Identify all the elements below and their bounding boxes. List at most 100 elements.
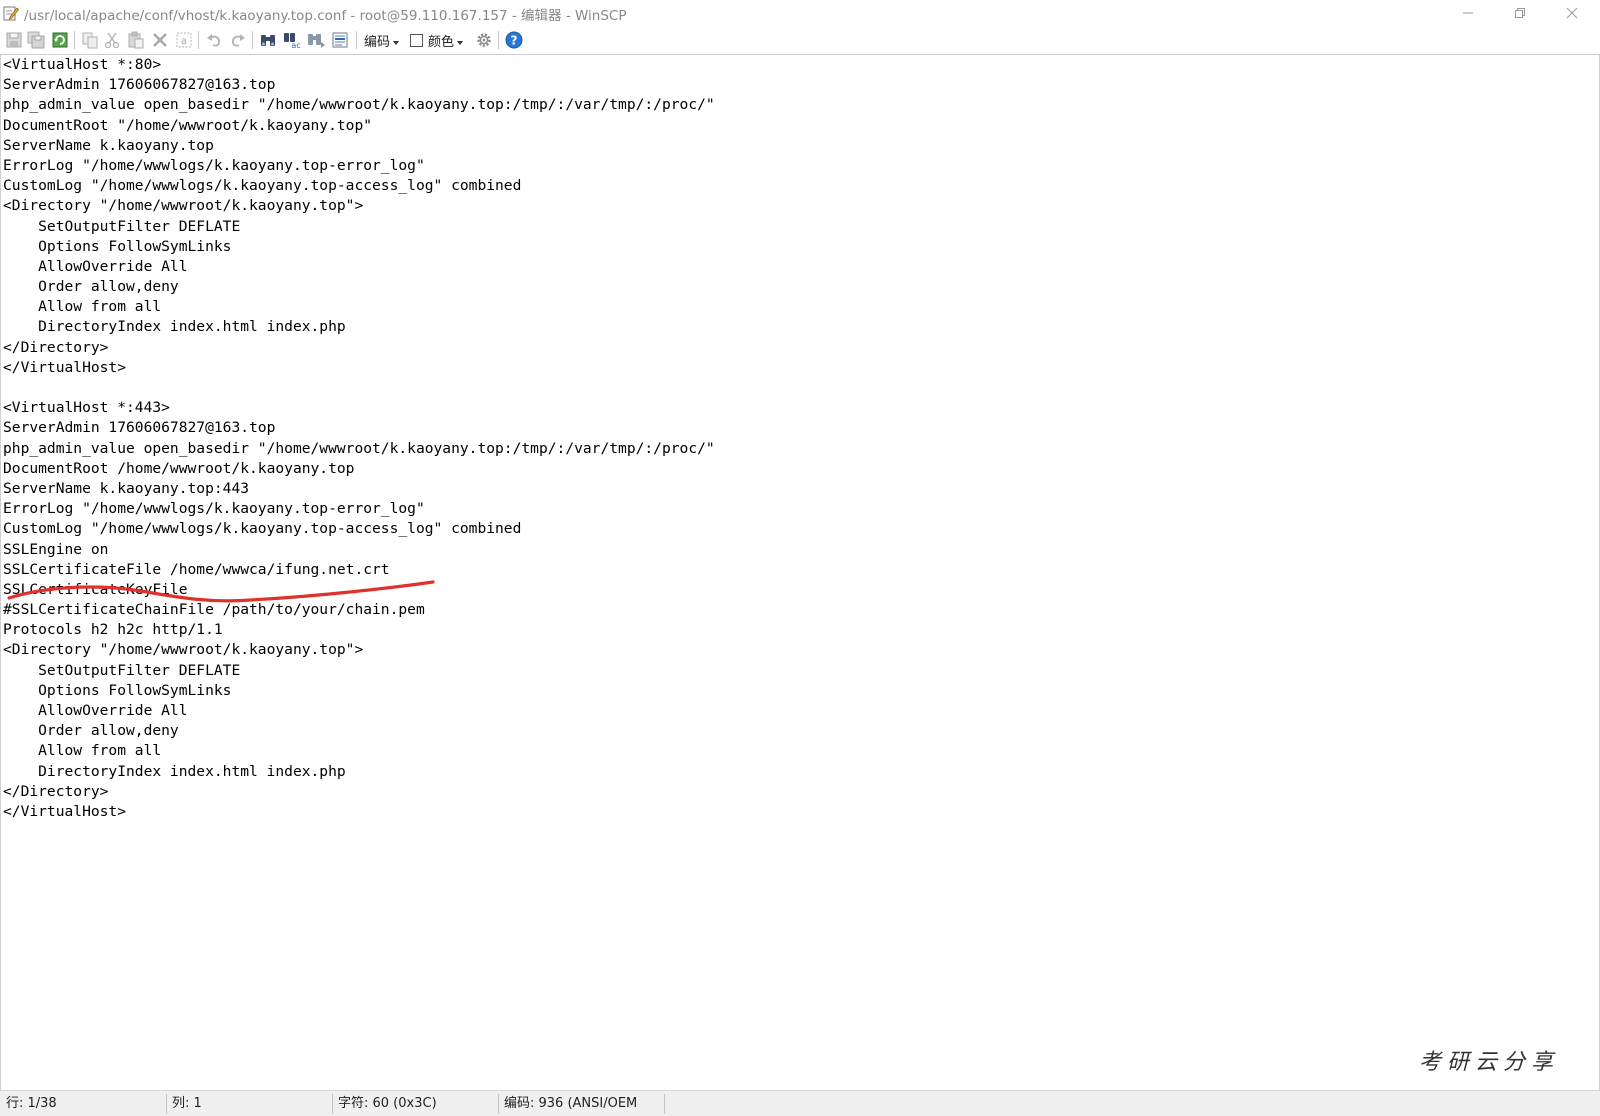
code-line[interactable]: Options FollowSymLinks [3, 237, 715, 257]
code-line[interactable]: ServerName k.kaoyany.top [3, 136, 715, 156]
code-line[interactable]: Allow from all [3, 741, 715, 761]
save-button[interactable] [4, 30, 24, 50]
redo-icon [232, 34, 245, 47]
code-line[interactable]: SSLEngine on [3, 540, 715, 560]
toolbar-separator [498, 31, 499, 49]
code-line[interactable]: <Directory "/home/wwwroot/k.kaoyany.top"… [3, 640, 715, 660]
code-line[interactable]: Protocols h2 h2c http/1.1 [3, 620, 715, 640]
minimize-icon [1463, 12, 1473, 14]
watermark-logo: 考研云分享 [1418, 1050, 1559, 1075]
code-line[interactable]: ErrorLog "/home/wwwlogs/k.kaoyany.top-er… [3, 156, 715, 176]
winscp-editor-window: /usr/local/apache/conf/vhost/k.kaoyany.t… [0, 0, 1600, 1116]
close-button[interactable] [1546, 0, 1598, 26]
close-icon [1566, 7, 1578, 19]
redo-button[interactable] [228, 30, 248, 50]
status-encoding: 编码: 936 (ANSI/OEM [504, 1096, 638, 1111]
code-line[interactable]: Allow from all [3, 297, 715, 317]
code-line[interactable]: ErrorLog "/home/wwwlogs/k.kaoyany.top-er… [3, 499, 715, 519]
code-line[interactable]: DocumentRoot "/home/wwwroot/k.kaoyany.to… [3, 116, 715, 136]
code-line[interactable]: </VirtualHost> [3, 358, 715, 378]
cut-icon [104, 32, 120, 49]
encoding-dropdown[interactable]: 编码 [364, 31, 400, 50]
code-line[interactable]: SSLCertificateFile /home/wwwca/ifung.net… [3, 560, 715, 580]
code-line[interactable]: Order allow,deny [3, 721, 715, 741]
toolbar-separator [252, 31, 253, 49]
replace-icon: ac [284, 33, 301, 50]
paste-icon [128, 31, 144, 49]
code-lines[interactable]: <VirtualHost *:80> ServerAdmin 1760606782… [3, 55, 715, 822]
toolbar-separator [74, 31, 75, 49]
status-divider [498, 1094, 499, 1114]
restore-button[interactable] [1494, 0, 1546, 26]
goto-line-icon [332, 32, 348, 48]
code-line[interactable]: Order allow,deny [3, 277, 715, 297]
status-divider [664, 1094, 665, 1114]
toolbar-separator [198, 31, 199, 49]
status-column: 列: 1 [172, 1096, 202, 1111]
code-line[interactable]: php_admin_value open_basedir "/home/wwwr… [3, 439, 715, 459]
code-line[interactable]: ServerAdmin 17606067827@163.top [3, 75, 715, 95]
code-line[interactable] [3, 378, 715, 398]
find-next-button[interactable] [306, 30, 326, 50]
code-line[interactable]: #SSLCertificateChainFile /path/to/your/c… [3, 600, 715, 620]
svg-text:a: a [181, 36, 187, 47]
code-line[interactable]: SetOutputFilter DEFLATE [3, 217, 715, 237]
status-bar: 行: 1/38 列: 1 字符: 60 (0x3C) 编码: 936 (ANSI… [0, 1090, 1600, 1116]
code-line[interactable]: AllowOverride All [3, 701, 715, 721]
color-label: 颜色 [428, 35, 455, 50]
title-bar: /usr/local/apache/conf/vhost/k.kaoyany.t… [0, 0, 1600, 26]
code-line[interactable]: Options FollowSymLinks [3, 681, 715, 701]
color-checkbox[interactable] [410, 34, 423, 47]
code-line[interactable]: ServerName k.kaoyany.top:443 [3, 479, 715, 499]
code-line[interactable]: </Directory> [3, 338, 715, 358]
code-line[interactable]: <VirtualHost *:443> [3, 398, 715, 418]
delete-button[interactable] [150, 30, 170, 50]
chevron-down-icon [393, 40, 400, 45]
window-title: /usr/local/apache/conf/vhost/k.kaoyany.t… [24, 8, 627, 24]
find-icon [261, 35, 275, 46]
code-line[interactable]: CustomLog "/home/wwwlogs/k.kaoyany.top-a… [3, 176, 715, 196]
undo-button[interactable] [204, 30, 224, 50]
help-button[interactable]: ? [504, 30, 524, 50]
paste-button[interactable] [126, 30, 146, 50]
status-divider [332, 1094, 333, 1114]
status-divider [166, 1094, 167, 1114]
find-button[interactable] [258, 30, 278, 50]
delete-icon [153, 33, 167, 47]
code-line[interactable]: ServerAdmin 17606067827@163.top [3, 418, 715, 438]
code-line[interactable]: DirectoryIndex index.html index.php [3, 317, 715, 337]
code-line[interactable]: <VirtualHost *:80> [3, 55, 715, 75]
code-line[interactable]: </Directory> [3, 782, 715, 802]
editor-toolbar: a ac 编码 颜色 ? [0, 26, 1600, 55]
save-icon [6, 32, 22, 48]
settings-gear-icon [477, 33, 491, 47]
encoding-label: 编码 [364, 35, 391, 50]
code-line[interactable]: DocumentRoot /home/wwwroot/k.kaoyany.top [3, 459, 715, 479]
code-line[interactable]: CustomLog "/home/wwwlogs/k.kaoyany.top-a… [3, 519, 715, 539]
copy-button[interactable] [80, 30, 100, 50]
code-line[interactable]: <Directory "/home/wwwroot/k.kaoyany.top"… [3, 196, 715, 216]
chevron-down-icon [457, 40, 464, 45]
help-icon: ? [505, 31, 523, 49]
save-all-button[interactable] [26, 30, 46, 50]
code-line[interactable]: php_admin_value open_basedir "/home/wwwr… [3, 95, 715, 115]
preferences-button[interactable] [474, 30, 494, 50]
cut-button[interactable] [102, 30, 122, 50]
code-line[interactable]: SetOutputFilter DEFLATE [3, 661, 715, 681]
select-all-button[interactable]: a [174, 30, 194, 50]
code-line[interactable]: DirectoryIndex index.html index.php [3, 762, 715, 782]
svg-text:?: ? [511, 34, 518, 48]
goto-line-button[interactable] [330, 30, 350, 50]
text-editor-area[interactable]: <VirtualHost *:80> ServerAdmin 1760606782… [0, 55, 1600, 1090]
status-line: 行: 1/38 [6, 1096, 57, 1111]
replace-button[interactable]: ac [282, 30, 302, 50]
restore-icon [1515, 8, 1525, 18]
code-line[interactable]: SSLCertificateKeyFile [3, 580, 715, 600]
code-line[interactable]: AllowOverride All [3, 257, 715, 277]
minimize-button[interactable] [1442, 0, 1494, 26]
editor-pencil-icon [3, 5, 19, 21]
color-dropdown[interactable]: 颜色 [410, 31, 464, 50]
code-line[interactable]: </VirtualHost> [3, 802, 715, 822]
find-next-icon [308, 34, 325, 48]
reload-button[interactable] [50, 30, 70, 50]
